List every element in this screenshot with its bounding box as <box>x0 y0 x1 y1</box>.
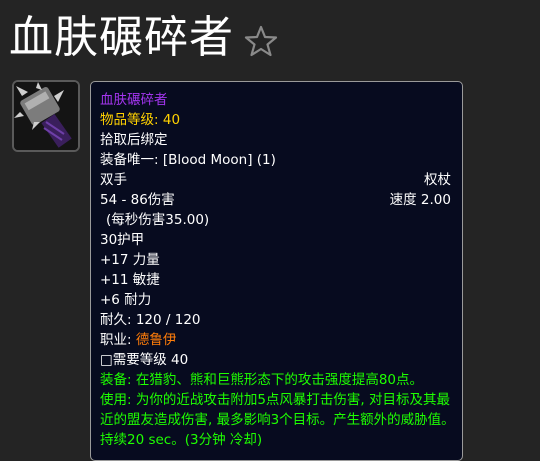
use-effect: 使用: 为你的近战攻击附加5点风暴打击伤害, 对目标及其最近的盟友造成伤害, 最… <box>100 392 455 448</box>
stat-strength: +17 力量 <box>100 252 160 268</box>
stat-stamina: +6 耐力 <box>100 292 152 308</box>
equip-effect: 装备: 在猎豹、熊和巨熊形态下的攻击强度提高80点。 <box>100 372 424 388</box>
class-value[interactable]: 德鲁伊 <box>136 332 177 348</box>
slot: 双手 <box>100 172 127 188</box>
item-level: 物品等级: 40 <box>100 110 462 130</box>
required-level: □需要等级 40 <box>100 352 189 368</box>
item-icon[interactable] <box>12 80 80 152</box>
page-title: 血肤碾碎者 <box>9 12 234 63</box>
item-name: 血肤碾碎者 <box>100 92 168 108</box>
spiked-mace-icon <box>14 82 78 150</box>
speed: 速度 2.00 <box>389 192 451 208</box>
dps: (每秒伤害35.00) <box>106 212 210 228</box>
armor: 30护甲 <box>100 232 145 248</box>
class-requirement: 职业: 德鲁伊 <box>100 330 462 350</box>
durability: 耐久: 120 / 120 <box>100 312 201 328</box>
damage-speed-row: 54 - 86伤害 速度 2.00 <box>100 190 462 210</box>
star-outline-icon[interactable] <box>244 24 278 58</box>
damage: 54 - 86伤害 <box>100 192 175 208</box>
slot-type-row: 双手 权杖 <box>100 170 462 190</box>
stat-agility: +11 敏捷 <box>100 272 160 288</box>
unique-equip: 装备唯一: [Blood Moon] (1) <box>100 152 276 168</box>
item-tooltip: 血肤碾碎者 物品等级: 40 拾取后绑定 装备唯一: [Blood Moon] … <box>90 81 463 461</box>
weapon-type: 权杖 <box>424 172 451 188</box>
bind-type: 拾取后绑定 <box>100 132 168 148</box>
item-level-value: 40 <box>162 112 181 128</box>
item-level-label: 物品等级: <box>100 112 159 128</box>
class-label: 职业: <box>100 332 132 348</box>
